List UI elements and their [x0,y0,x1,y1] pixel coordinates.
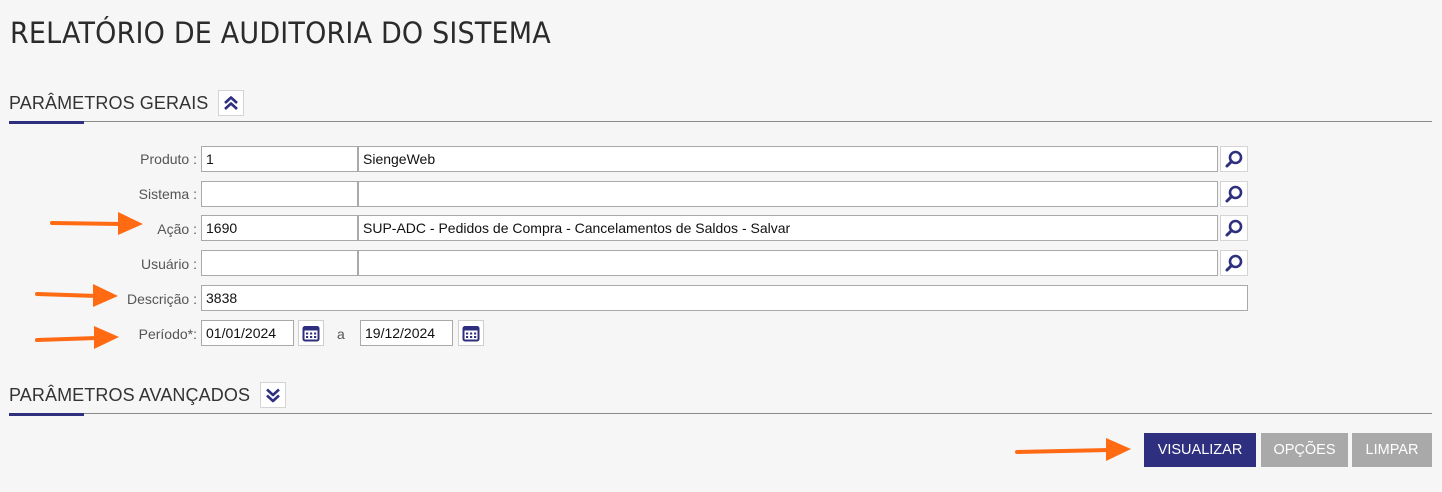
annotation-arrow-descricao [35,284,118,307]
advanced-parameters-label: PARÂMETROS AVANÇADOS [9,384,251,405]
chevron-double-up-icon [224,96,239,110]
sistema-label: Sistema : [138,186,197,202]
produto-search-button[interactable] [1220,146,1248,172]
calendar-icon [462,326,480,342]
usuario-description-input[interactable] [358,250,1218,276]
general-parameters-header: PARÂMETROS GERAIS [9,88,245,118]
calendar-icon [302,326,320,342]
usuario-label: Usuário : [140,256,197,272]
opcoes-button[interactable]: OPÇÕES [1261,433,1348,467]
advanced-divider-accent [9,413,84,416]
periodo-end-calendar-button[interactable] [458,320,484,346]
advanced-parameters-header: PARÂMETROS AVANÇADOS [9,380,287,410]
periodo-separator: a [337,326,345,342]
usuario-code-input[interactable] [201,250,358,276]
usuario-search-button[interactable] [1220,250,1248,276]
produto-description-input[interactable]: SiengeWeb [358,146,1218,172]
periodo-start-input[interactable]: 01/01/2024 [201,320,294,346]
general-divider [9,121,1432,122]
annotation-arrow-acao [50,212,143,235]
annotation-arrow-visualizar [1015,438,1131,461]
descricao-input[interactable]: 3838 [201,285,1248,311]
sistema-description-input[interactable] [358,181,1218,207]
advanced-divider [9,413,1432,414]
general-parameters-label: PARÂMETROS GERAIS [9,92,209,113]
acao-code-input[interactable]: 1690 [201,215,358,241]
visualizar-button[interactable]: VISUALIZAR [1144,433,1256,467]
sistema-code-input[interactable] [201,181,358,207]
chevron-double-down-icon [266,388,280,403]
expand-advanced-button[interactable] [260,382,287,408]
search-icon [1225,185,1243,203]
collapse-general-button[interactable] [218,90,245,116]
produto-label: Produto : [140,151,197,167]
periodo-start-calendar-button[interactable] [298,320,324,346]
page-title: RELATÓRIO DE AUDITORIA DO SISTEMA [10,16,551,50]
acao-search-button[interactable] [1220,215,1248,241]
limpar-button[interactable]: LIMPAR [1352,433,1432,467]
search-icon [1225,150,1243,168]
general-divider-accent [9,121,84,124]
acao-description-input[interactable]: SUP-ADC - Pedidos de Compra - Cancelamen… [358,215,1218,241]
periodo-end-input[interactable]: 19/12/2024 [360,320,453,346]
sistema-search-button[interactable] [1220,181,1248,207]
search-icon [1225,254,1243,272]
search-icon [1225,219,1243,237]
produto-code-input[interactable]: 1 [201,146,358,172]
annotation-arrow-periodo [35,326,119,349]
